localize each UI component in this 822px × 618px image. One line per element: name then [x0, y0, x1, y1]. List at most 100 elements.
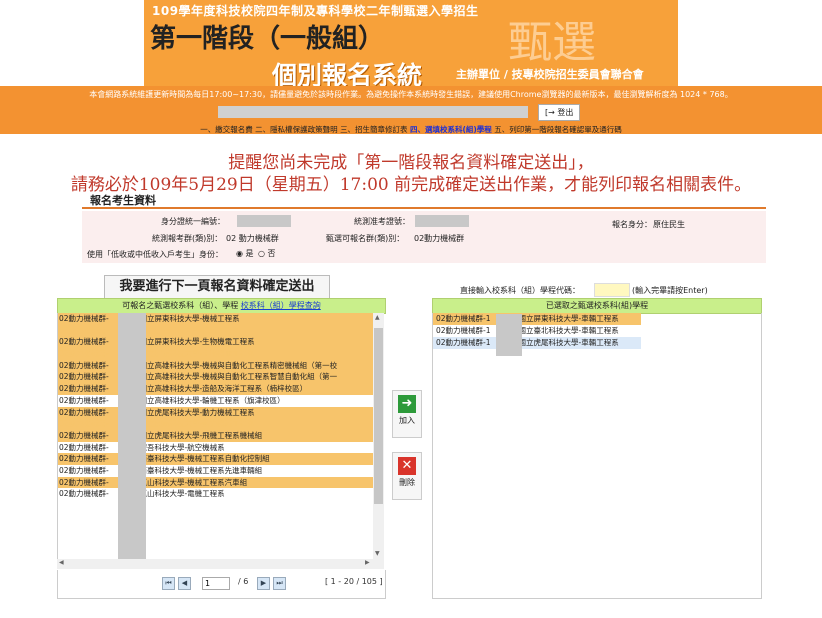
group-label: 統測報考群(類)別： — [152, 234, 223, 243]
program-school: 國立臺北科技大學-車輛工程系 — [518, 326, 619, 335]
available-program-row[interactable]: 02動力機械群- -南臺科技大學-機械工程系先進車輛組 — [58, 464, 374, 477]
available-programs-title: 可報名之甄選校系科（組）、學程 — [122, 301, 239, 310]
nav-revision[interactable]: 三、招生簡章修訂表 — [340, 125, 408, 134]
program-school: -國立屏東科技大學-生物機電工程系 — [136, 349, 255, 359]
available-program-row[interactable]: 02動力機械群- -國立虎尾科技大學-飛機工程系機械組 — [58, 429, 374, 442]
banner-deco-text: 甄選 — [508, 17, 596, 68]
next-page-confirm-button[interactable]: 我要進行下一頁報名資料確定送出 — [104, 275, 330, 299]
scroll-right-arrow-icon[interactable]: ▶ — [365, 559, 370, 566]
program-group: 02動力機械群- — [59, 395, 109, 405]
scroll-up-arrow-icon[interactable]: ▲ — [375, 314, 380, 321]
available-program-row[interactable]: 02動力機械群- -崑山科技大學-電機工程系 — [58, 488, 374, 500]
program-group: 02動力機械群- — [59, 430, 109, 440]
id-value-masked — [237, 215, 291, 227]
nav-print-confirm[interactable]: 五、列印第一階段報名確認單及通行碼 — [494, 125, 622, 134]
list-horizontal-scrollbar[interactable] — [57, 559, 384, 569]
low-income-yes-radio[interactable]: ◉ 是 — [236, 248, 254, 259]
scroll-down-arrow-icon[interactable]: ▼ — [375, 550, 380, 557]
program-code-mask — [118, 313, 146, 559]
id-label: 身分證統一編號： — [161, 217, 225, 226]
identity-value: 原住民生 — [653, 220, 685, 229]
program-group: 02動力機械群- — [59, 477, 109, 487]
add-program-button[interactable]: ➜ 加入 — [392, 390, 422, 438]
last-page-icon[interactable]: ⏭ — [273, 577, 286, 590]
logout-button[interactable]: [→ 登出 — [538, 104, 581, 121]
program-group: 02動力機械群-1 — [436, 326, 491, 335]
available-program-row[interactable]: 02動力機械群- -國立高雄科技大學-機械與自動化工程系精密機械組（第一校 — [58, 359, 374, 372]
program-school: -國立高雄科技大學-造船及海洋工程系（楠梓校區） — [136, 384, 308, 394]
program-group: 02動力機械群- — [59, 442, 109, 452]
program-group: 02動力機械群- — [59, 465, 109, 475]
nav-pay-fee[interactable]: 一、繳交報名費 — [200, 125, 253, 134]
available-programs-header: 可報名之甄選校系科（組）、學程 校系科（組）學程查詢 — [57, 298, 386, 314]
available-program-row[interactable]: 02動力機械群- -國立虎尾科技大學-動力機械工程系 — [58, 418, 374, 430]
available-program-row[interactable]: 02動力機械群- -醒吾科技大學-航空機械系 — [58, 441, 374, 454]
page-number-input[interactable]: 1 — [202, 577, 230, 590]
available-program-row[interactable]: 02動力機械群- -崑山科技大學-機械工程系汽車組 — [58, 476, 374, 489]
record-range: [ 1 - 20 / 105 ] — [325, 577, 383, 586]
next-page-icon[interactable]: ▶ — [257, 577, 270, 590]
program-school: -國立虎尾科技大學-飛機工程系機械組 — [136, 430, 263, 440]
remove-program-button[interactable]: ✕ 刪除 — [392, 452, 422, 500]
program-school: -國立屏東科技大學-生物機電工程系 — [136, 337, 255, 347]
program-school: -南臺科技大學-機械工程系自動化控制組 — [136, 454, 270, 464]
selected-code-mask — [496, 314, 522, 356]
apply-group-value: 02動力機械群 — [414, 234, 465, 243]
group-value: 02 動力機械群 — [226, 234, 279, 243]
program-group: 02動力機械群- — [59, 349, 109, 359]
exam-no-value-masked — [415, 215, 469, 227]
logout-icon: [→ — [545, 108, 555, 117]
page-total: / 6 — [238, 577, 249, 586]
exam-no-label: 統測准考證號： — [354, 217, 410, 226]
program-group: 02動力機械群- — [59, 454, 109, 464]
exam-title: 109學年度科技校院四年制及專科學校二年制甄選入學招生 — [152, 4, 479, 18]
prev-page-icon[interactable]: ◀ — [178, 577, 191, 590]
selected-programs-header: 已選取之甄選校系科(組)學程 — [432, 298, 762, 314]
selected-program-row[interactable]: 02動力機械群-1 國立屏東科技大學-車輛工程系 — [433, 313, 641, 325]
program-group: 02動力機械群- — [59, 407, 109, 417]
program-code-input[interactable] — [594, 283, 630, 297]
program-group: 02動力機械群- — [59, 372, 109, 382]
selected-program-row[interactable]: 02動力機械群-1 國立虎尾科技大學-車輛工程系 — [433, 337, 641, 349]
program-code-hint: (輸入完畢請按Enter) — [632, 286, 708, 295]
program-code-label: 直接輸入校系科（組）學程代碼： — [460, 286, 580, 295]
available-program-row[interactable]: 02動力機械群- -國立虎尾科技大學-動力機械工程系 — [58, 406, 374, 419]
low-income-no-radio[interactable]: ○ 否 — [258, 248, 276, 259]
program-school: 國立虎尾科技大學-車輛工程系 — [518, 338, 619, 347]
program-school: -國立高雄科技大學-機械與自動化工程系智慧自動化組（第一 — [136, 372, 338, 382]
arrow-right-icon: ➜ — [398, 395, 416, 413]
program-school: -國立高雄科技大學-機械與自動化工程系精密機械組（第一校 — [136, 360, 338, 370]
program-school: -國立高雄科技大學-輪機工程系（旗津校區） — [136, 395, 285, 405]
selected-program-row[interactable]: 02動力機械群-1 國立臺北科技大學-車輛工程系 — [433, 325, 641, 337]
stage-title: 第一階段（一般組） — [150, 24, 385, 54]
program-group: 02動力機械群- — [59, 360, 109, 370]
nav-select-programs[interactable]: 四、選填校系科(組)學程 — [410, 125, 492, 134]
list-scroll-thumb[interactable] — [374, 328, 383, 504]
low-income-label: 使用「低收或中低收入戶考生」身份： — [87, 250, 223, 259]
available-program-row[interactable]: 02動力機械群- -國立屏東科技大學-機械工程系 — [58, 313, 374, 325]
available-program-row[interactable]: 02動力機械群- -國立高雄科技大學-機械與自動化工程系智慧自動化組（第一 — [58, 371, 374, 384]
program-search-link[interactable]: 校系科（組）學程查詢 — [241, 301, 321, 310]
program-group: 02動力機械群-1 — [436, 314, 491, 323]
available-programs-list: 02動力機械群- -國立屏東科技大學-機械工程系 02動力機械群- -國立屏東科技大學… — [57, 313, 374, 559]
program-school: 國立屏東科技大學-車輛工程系 — [518, 314, 619, 323]
apply-group-label: 甄選可報名群(類)別： — [326, 234, 405, 243]
program-group: 02動力機械群- — [59, 314, 109, 323]
available-program-row[interactable]: 02動力機械群- -南臺科技大學-機械工程系自動化控制組 — [58, 453, 374, 465]
scroll-left-arrow-icon[interactable]: ◀ — [59, 559, 64, 566]
program-group: 02動力機械群- — [59, 325, 109, 335]
available-program-row[interactable]: 02動力機械群- -國立屏東科技大學-生物機電工程系 — [58, 336, 374, 349]
program-school: -國立虎尾科技大學-動力機械工程系 — [136, 407, 255, 417]
first-page-icon[interactable]: ⏮ — [162, 577, 175, 590]
applicant-info-title: 報名考生資料 — [82, 192, 766, 209]
program-group: 02動力機械群- — [59, 419, 109, 429]
program-group: 02動力機械群- — [59, 384, 109, 394]
step-nav: 一、繳交報名費 二、隱私權保護政策聲明 三、招生簡章修訂表 四、選填校系科(組)… — [0, 124, 822, 135]
available-program-row[interactable]: 02動力機械群- -國立高雄科技大學-造船及海洋工程系（楠梓校區） — [58, 383, 374, 395]
program-school: -崑山科技大學-電機工程系 — [136, 489, 225, 499]
available-program-row[interactable]: 02動力機械群- -國立屏東科技大學-機械工程系 — [58, 324, 374, 337]
available-program-row[interactable]: 02動力機械群- -國立高雄科技大學-輪機工程系（旗津校區） — [58, 394, 374, 407]
nav-privacy[interactable]: 二、隱私權保護政策聲明 — [255, 125, 338, 134]
available-program-row[interactable]: 02動力機械群- -國立屏東科技大學-生物機電工程系 — [58, 348, 374, 360]
selected-programs-list: 02動力機械群-1 國立屏東科技大學-車輛工程系 02動力機械群-1 國立臺北科技大學… — [432, 313, 762, 599]
